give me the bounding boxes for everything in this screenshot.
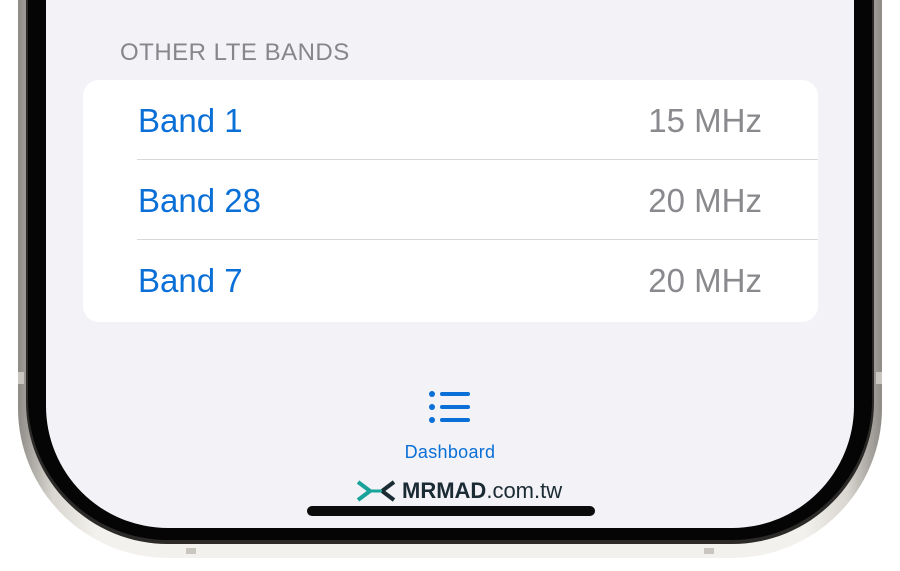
frame-antenna-line: [704, 548, 714, 554]
band-label: Band 1: [138, 102, 243, 139]
watermark-domain: .com.tw: [486, 478, 563, 503]
band-row[interactable]: Band 7 20 MHz: [83, 240, 818, 320]
watermark-text: MRMAD.com.tw: [402, 478, 562, 504]
phone-screen: OTHER LTE BANDS Band 1 15 MHz Band 28 20…: [46, 0, 854, 528]
mrmad-logo-icon: [356, 480, 396, 502]
tab-dashboard-label: Dashboard: [404, 442, 496, 462]
frame-antenna-line: [186, 548, 196, 554]
frame-antenna-line: [876, 372, 882, 384]
phone-stage: OTHER LTE BANDS Band 1 15 MHz Band 28 20…: [0, 0, 900, 571]
frame-antenna-line: [18, 372, 24, 384]
lte-bands-list: Band 1 15 MHz Band 28 20 MHz Band 7 20 M…: [83, 80, 818, 322]
band-label: Band 28: [138, 182, 261, 219]
list-icon: [429, 391, 470, 423]
band-bandwidth: 15 MHz: [648, 102, 762, 139]
band-bandwidth: 20 MHz: [648, 182, 762, 219]
section-header: OTHER LTE BANDS: [120, 39, 350, 66]
band-row[interactable]: Band 1 15 MHz: [83, 80, 818, 160]
band-bandwidth: 20 MHz: [648, 262, 762, 299]
home-indicator[interactable]: [307, 506, 595, 516]
watermark-brand: MRMAD: [402, 478, 487, 503]
band-row[interactable]: Band 28 20 MHz: [83, 160, 818, 240]
tab-dashboard[interactable]: Dashboard: [390, 390, 510, 470]
band-label: Band 7: [138, 262, 243, 299]
